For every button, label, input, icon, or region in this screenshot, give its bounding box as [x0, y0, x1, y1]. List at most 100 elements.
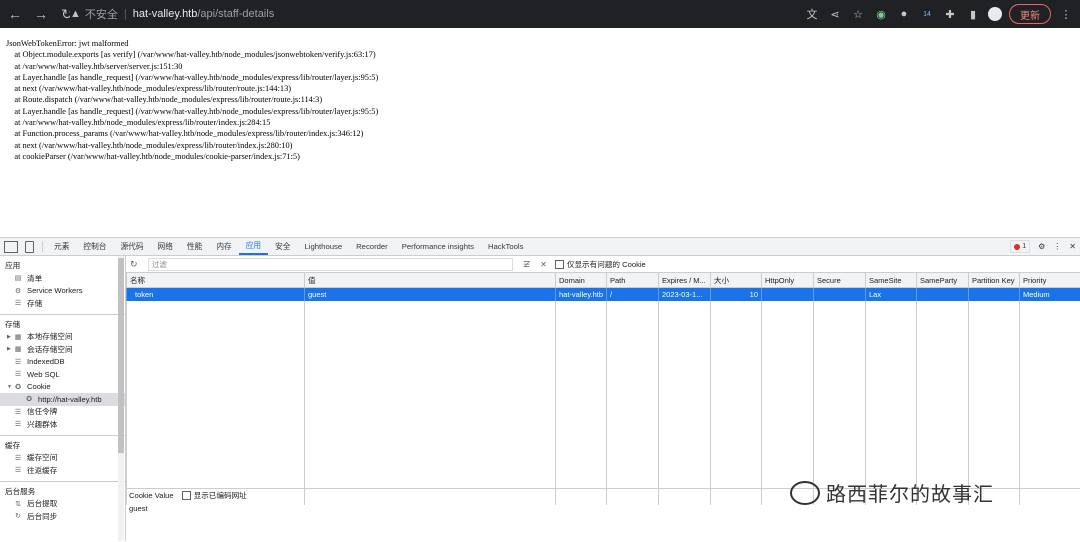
sidebar-item-local-storage[interactable]: ▶▦本地存储空间 [0, 331, 125, 344]
sidebar-item-service-workers[interactable]: ⚙Service Workers [0, 285, 125, 298]
extension-dark-icon[interactable]: ● [896, 6, 912, 22]
expand-arrow-icon[interactable]: ▶ [7, 334, 13, 340]
tab-8[interactable]: Lighthouse [298, 238, 350, 255]
tab-7[interactable]: 安全 [268, 238, 297, 255]
table-cell[interactable]: hat-valley.htb [556, 288, 607, 302]
extension-badge-icon[interactable]: 14 [919, 6, 935, 22]
address-bar[interactable]: ▲ 不安全 | hat-valley.htb/api/staff-details [70, 3, 845, 25]
settings-gear-icon[interactable]: ⚙ [1038, 242, 1045, 251]
profile-avatar[interactable] [988, 7, 1002, 21]
browser-toolbar: ← → ↻ ▲ 不安全 | hat-valley.htb/api/staff-d… [0, 0, 1080, 28]
table-cell[interactable]: Lax [866, 288, 917, 302]
column-header[interactable]: Domain [556, 273, 607, 288]
delete-icon[interactable]: ✕ [540, 260, 547, 269]
table-cell[interactable] [762, 288, 814, 302]
table-cell[interactable]: guest [305, 288, 556, 302]
column-header[interactable]: SameParty [917, 273, 969, 288]
tab-11[interactable]: HackTools [481, 238, 530, 255]
puzzle-extensions-icon[interactable]: ✚ [942, 6, 958, 22]
filter-input[interactable]: 过滤 [148, 258, 513, 271]
table-cell[interactable] [917, 288, 969, 302]
sidebar-item-cookie-origin[interactable]: ✪http://hat-valley.htb [0, 393, 125, 406]
collapse-arrow-icon[interactable]: ▼ [7, 384, 13, 390]
table-cell[interactable] [969, 288, 1020, 302]
arrows-updown-icon: ⇅ [14, 500, 22, 508]
file-icon: ▤ [14, 274, 22, 282]
sidebar-item-bfcache[interactable]: ☰往返缓存 [0, 464, 125, 477]
table-cell[interactable] [814, 288, 866, 302]
column-header[interactable]: SameSite [866, 273, 917, 288]
column-header[interactable]: Expires / M... [659, 273, 711, 288]
column-header[interactable]: 值 [305, 273, 556, 288]
inspect-element-icon[interactable] [4, 241, 18, 253]
column-header[interactable]: Partition Key [969, 273, 1020, 288]
tab-2[interactable]: 源代码 [113, 238, 150, 255]
sidebar-item-cookie[interactable]: ▼✪Cookie [0, 381, 125, 394]
clear-filtered-icon[interactable]: ☰̸ [523, 260, 530, 269]
table-row[interactable]: tokenguesthat-valley.htb/2023-03-1...10 L… [127, 288, 1080, 302]
close-devtools-icon[interactable]: ✕ [1069, 242, 1076, 251]
column-header[interactable]: Priority [1020, 273, 1080, 288]
column-header[interactable]: 名称 [127, 273, 305, 288]
column-header[interactable]: Path [607, 273, 659, 288]
tab-4[interactable]: 性能 [180, 238, 209, 255]
translate-icon[interactable]: 文 [804, 6, 820, 22]
sidebar-item-indexeddb[interactable]: ☰IndexedDB [0, 356, 125, 369]
table-cell-empty [762, 301, 814, 505]
share-icon[interactable]: ⋖ [827, 6, 843, 22]
sidebar-item-trust-tokens[interactable]: ☰信任令牌 [0, 406, 125, 419]
forward-icon[interactable]: → [30, 3, 52, 25]
table-cell-empty [305, 301, 556, 505]
back-icon[interactable]: ← [4, 3, 26, 25]
sidebar-item-background-sync[interactable]: ↻后台同步 [0, 510, 125, 523]
sidebar-item-background-fetch[interactable]: ⇅后台提取 [0, 498, 125, 511]
table-cell[interactable]: 10 [711, 288, 762, 302]
table-cell[interactable]: / [607, 288, 659, 302]
error-stack-trace: JsonWebTokenError: jwt malformed at Obje… [6, 38, 378, 162]
sidebar-item-cache-storage[interactable]: ☰缓存空间 [0, 452, 125, 465]
table-cell[interactable]: 2023-03-1... [659, 288, 711, 302]
device-toolbar-icon[interactable] [25, 241, 34, 253]
side-panel-icon[interactable]: ▮ [965, 6, 981, 22]
tab-10[interactable]: Performance insights [395, 238, 481, 255]
show-decoded-label: 显示已编码网址 [194, 490, 247, 501]
tab-0[interactable]: 元素 [47, 238, 76, 255]
stack-frame: at /var/www/hat-valley.htb/server/server… [6, 61, 378, 72]
column-header[interactable]: 大小 [711, 273, 762, 288]
column-header[interactable]: HttpOnly [762, 273, 814, 288]
refresh-icon[interactable]: ↻ [130, 259, 142, 270]
sidebar-item-storage[interactable]: ☰存储 [0, 297, 125, 310]
tab-1[interactable]: 控制台 [76, 238, 113, 255]
address-separator: | [124, 8, 127, 20]
url-path: /api/staff-details [197, 8, 274, 20]
sidebar-scroll-thumb[interactable] [118, 258, 124, 453]
tab-6[interactable]: 应用 [239, 238, 268, 255]
column-header[interactable]: Secure [814, 273, 866, 288]
extension-ring-icon[interactable]: ◉ [873, 6, 889, 22]
sidebar-item-session-storage[interactable]: ▶▦会话存储空间 [0, 343, 125, 356]
expand-arrow-icon[interactable]: ▶ [7, 346, 13, 352]
table-cell[interactable]: token [127, 288, 305, 302]
table-cell[interactable]: Medium [1020, 288, 1080, 302]
tab-3[interactable]: 网络 [151, 238, 180, 255]
table-cell-empty [127, 301, 305, 505]
sidebar-section-background: 后台服务 [0, 485, 125, 498]
only-issues-checkbox[interactable] [555, 260, 564, 269]
error-count-badge[interactable]: 1 [1010, 240, 1030, 253]
sidebar-item-interest-groups[interactable]: ☰兴趣群体 [0, 418, 125, 431]
sidebar-scrollbar[interactable] [118, 256, 124, 541]
tab-9[interactable]: Recorder [349, 238, 395, 255]
menu-dots-icon[interactable]: ⋮ [1058, 6, 1074, 22]
error-icon [1014, 244, 1020, 250]
database-icon: ☰ [14, 408, 22, 416]
bookmark-star-icon[interactable]: ☆ [850, 6, 866, 22]
sidebar-item-manifest[interactable]: ▤清单 [0, 272, 125, 285]
show-decoded-checkbox[interactable] [182, 491, 191, 500]
tab-5[interactable]: 内存 [209, 238, 238, 255]
table-empty-row [127, 301, 1080, 505]
more-options-icon[interactable]: ⋮ [1053, 242, 1061, 251]
stack-frame: at Route.dispatch (/var/www/hat-valley.h… [6, 94, 378, 105]
sidebar-item-websql[interactable]: ☰Web SQL [0, 368, 125, 381]
update-button[interactable]: 更新 [1009, 4, 1051, 24]
toolbar-actions: 文 ⋖ ☆ ◉ ● 14 ✚ ▮ 更新 ⋮ [804, 3, 1074, 25]
